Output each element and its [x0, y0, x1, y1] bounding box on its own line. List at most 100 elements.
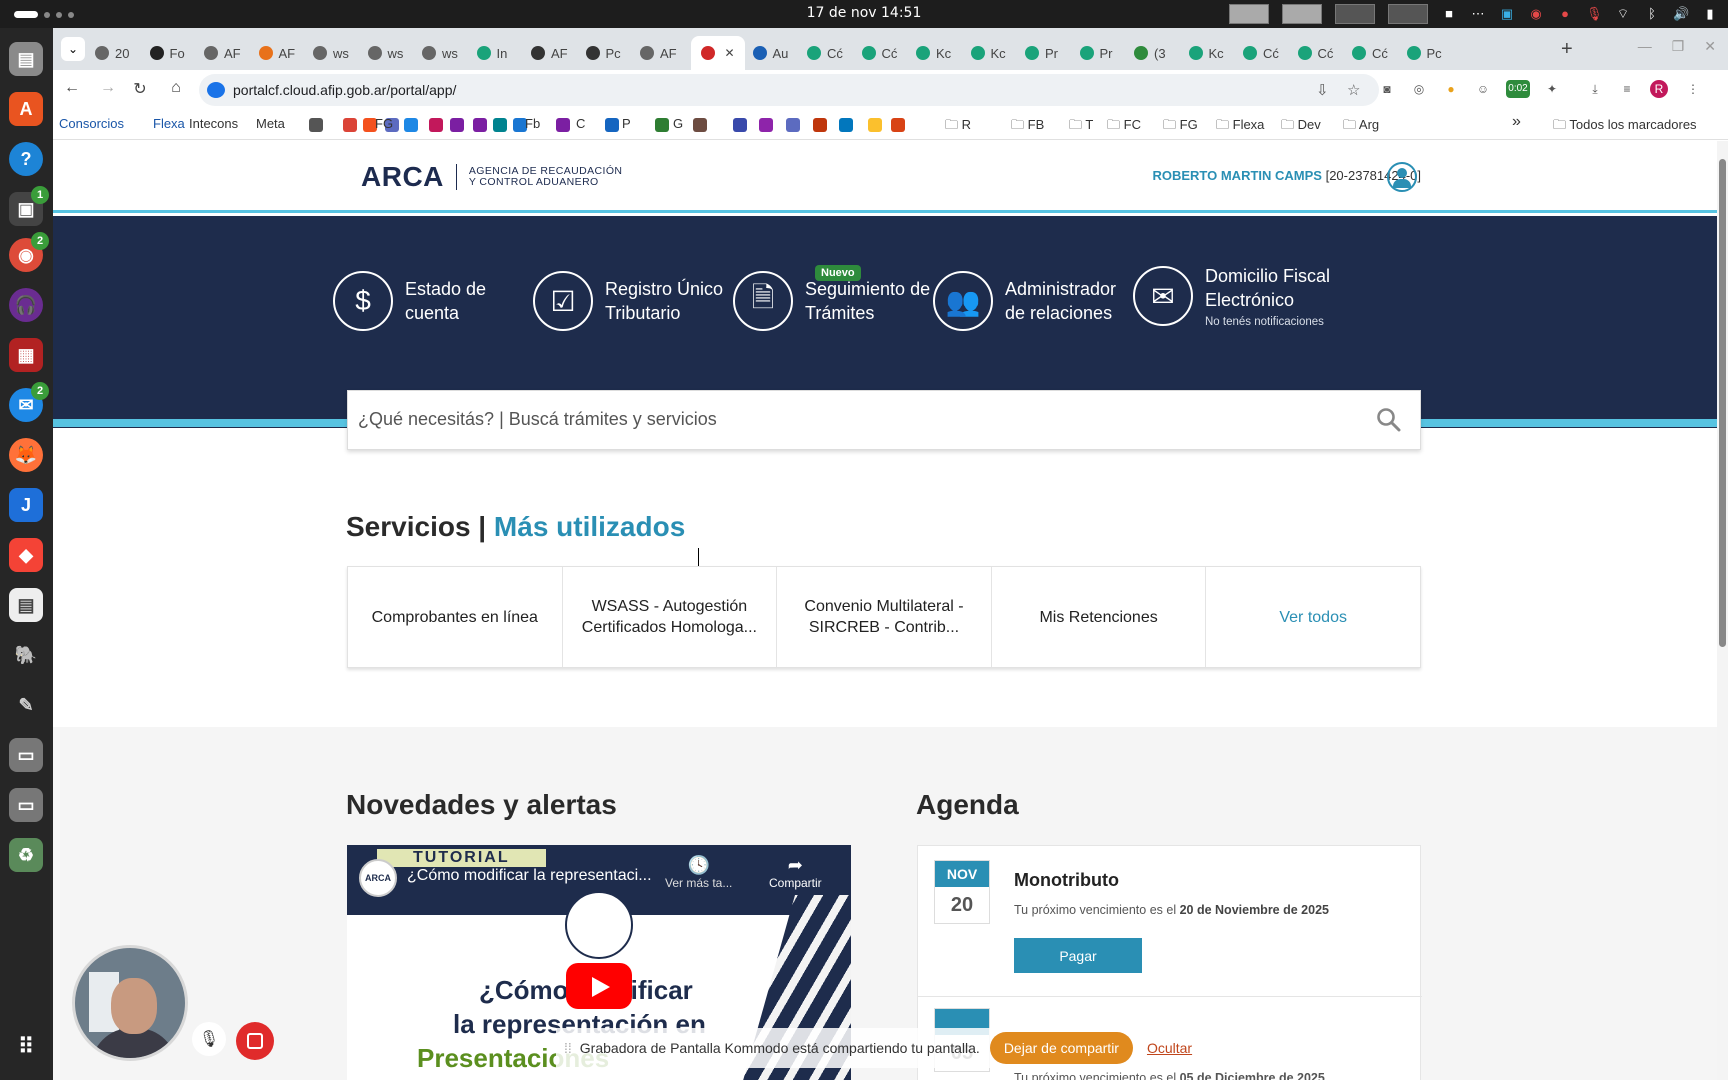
user-avatar-icon[interactable] [1387, 162, 1417, 192]
browser-tab[interactable]: Kc [916, 36, 951, 70]
browser-tab[interactable]: Cć [1352, 36, 1388, 70]
bookmark-item[interactable]: 🗀 R [945, 116, 971, 138]
bookmark-item[interactable]: C [576, 116, 585, 131]
bookmark-favicon-icon[interactable] [493, 118, 507, 132]
battery-icon[interactable]: ▮ [1702, 6, 1718, 22]
app-indicator-icon[interactable]: ■ [1441, 6, 1457, 22]
show-apps-icon[interactable]: ⠿ [9, 1030, 43, 1064]
help-icon[interactable]: ? [9, 142, 43, 176]
camera-extension-icon[interactable]: ◙ [1378, 80, 1396, 98]
bookmark-item[interactable]: 🗀 FC [1107, 116, 1141, 138]
all-bookmarks-folder[interactable]: 🗀 Todos los marcadores [1553, 116, 1697, 138]
browser-tab[interactable]: Kc [970, 36, 1006, 70]
workspace-thumbnail[interactable] [1229, 4, 1269, 24]
terminal-app-icon[interactable]: ▣ 1 [9, 186, 49, 226]
quick-link[interactable]: $ Estado de cuenta [333, 271, 486, 331]
profile-avatar[interactable]: R [1650, 80, 1668, 98]
bookmark-favicon-icon[interactable] [759, 118, 773, 132]
volume-icon[interactable]: 🔊 [1673, 6, 1689, 22]
chrome-menu-icon[interactable]: ⋮ [1684, 80, 1702, 98]
browser-tab[interactable]: ws [313, 36, 349, 70]
hide-link[interactable]: Ocultar [1147, 1040, 1192, 1056]
headphones-app-icon[interactable]: 🎧 [9, 288, 43, 322]
bookmark-favicon-icon[interactable] [733, 118, 747, 132]
bookmark-item[interactable]: 🗀 Flexa [1216, 116, 1264, 138]
files-app-icon[interactable]: ▤ [9, 42, 43, 76]
bookmark-favicon-icon[interactable] [473, 118, 487, 132]
extension-icon[interactable]: ● [1442, 80, 1460, 98]
recording-extension-icon[interactable]: 0:02 [1506, 80, 1530, 98]
browser-tab[interactable]: Pc [1406, 36, 1442, 70]
channel-avatar[interactable]: ARCA [359, 859, 397, 897]
user-identity[interactable]: ROBERTO MARTIN CAMPS [20-23781424-0] [1152, 168, 1421, 183]
reload-icon[interactable]: ↻ [129, 79, 151, 99]
more-icon[interactable]: ⋯ [1470, 6, 1486, 22]
arca-logo[interactable]: ARCA AGENCIA DE RECAUDACIÓN Y CONTROL AD… [361, 161, 622, 193]
browser-tab[interactable]: 20 [95, 36, 129, 70]
bookmark-item[interactable]: Consorcios [59, 116, 124, 131]
browser-tab[interactable]: Cć [807, 36, 843, 70]
service-card[interactable]: WSASS - Autogestión Certificados Homolog… [563, 567, 778, 667]
close-window-icon[interactable]: ✕ [1704, 38, 1716, 55]
inkscape-app-icon[interactable]: ✎ [9, 688, 43, 722]
workspace-thumbnail[interactable] [1282, 4, 1322, 24]
watch-later-button[interactable]: 🕓 Ver más ta... [665, 855, 732, 890]
workspace-thumbnail[interactable] [1388, 4, 1428, 24]
bookmark-favicon-icon[interactable] [786, 118, 800, 132]
browser-tab[interactable]: Pr [1079, 36, 1113, 70]
bookmark-item[interactable]: Fb [525, 116, 540, 131]
browser-tab[interactable]: Cć [1297, 36, 1333, 70]
service-card[interactable]: Comprobantes en línea [348, 567, 563, 667]
home-icon[interactable]: ⌂ [165, 79, 187, 97]
downloads-icon[interactable]: ⤓ [1586, 80, 1604, 98]
wifi-icon[interactable]: ⌔ [1615, 6, 1631, 22]
screenshot-icon[interactable]: ▣ [1499, 6, 1515, 22]
url-text[interactable]: portalcf.cloud.afip.gob.ar/portal/app/ [233, 82, 456, 98]
bookmark-favicon-icon[interactable] [693, 118, 707, 132]
browser-tab[interactable]: In [476, 36, 507, 70]
bookmark-favicon-icon[interactable] [556, 118, 570, 132]
drag-handle-icon[interactable]: ⁞⁞ [564, 1040, 572, 1056]
microphone-icon[interactable]: 🎙 [1586, 6, 1603, 22]
browser-tab[interactable]: Cć [861, 36, 897, 70]
bookmark-item[interactable]: Flexa [153, 116, 185, 131]
browser-tab[interactable]: Fo [149, 36, 185, 70]
document-viewer-icon[interactable]: ▤ [9, 588, 43, 622]
bluetooth-icon[interactable]: ᛒ [1644, 6, 1660, 22]
bookmark-favicon-icon[interactable] [450, 118, 464, 132]
bookmark-favicon-icon[interactable] [891, 118, 905, 132]
bookmark-favicon-icon[interactable] [813, 118, 827, 132]
browser-tab[interactable]: Cć [1243, 36, 1279, 70]
quick-link[interactable]: 👥 Administrador de relaciones [933, 271, 1116, 331]
browser-tab[interactable]: ws [367, 36, 403, 70]
search-icon[interactable] [1376, 407, 1402, 433]
record-indicator-icon[interactable]: ● [1557, 6, 1573, 22]
chrome-app-icon[interactable]: ◉ 2 [9, 232, 49, 272]
bookmark-item[interactable]: Intecons [189, 116, 238, 131]
pay-button[interactable]: Pagar [1014, 938, 1142, 973]
software-center-icon[interactable]: A [9, 92, 43, 126]
bookmark-favicon-icon[interactable] [429, 118, 443, 132]
bookmark-item[interactable]: 🗀 Dev [1281, 116, 1321, 138]
trash-icon[interactable]: ♻ [9, 838, 43, 872]
bookmark-favicon-icon[interactable] [868, 118, 882, 132]
webcam-bubble[interactable] [72, 945, 188, 1061]
bookmark-item[interactable]: 🗀 T [1069, 116, 1093, 138]
bookmark-item[interactable]: 🗀 FB [1011, 116, 1044, 138]
extension-icon[interactable]: ◎ [1410, 80, 1428, 98]
workspace-thumbnail[interactable] [1335, 4, 1375, 24]
quick-link[interactable]: ✉ Domicilio Fiscal Electrónico No tenés not… [1133, 264, 1330, 328]
bookmark-favicon-icon[interactable] [839, 118, 853, 132]
drive-icon[interactable]: ▭ [9, 788, 43, 822]
browser-tab[interactable]: Au [752, 36, 788, 70]
browser-tab[interactable]: Kc [1188, 36, 1224, 70]
browser-tab[interactable]: AF [531, 36, 568, 70]
maximize-icon[interactable]: ❐ [1672, 38, 1685, 55]
address-bar[interactable]: portalcf.cloud.afip.gob.ar/portal/app/ ⇩… [199, 74, 1379, 106]
stop-recording-button[interactable] [236, 1022, 274, 1060]
bookmark-favicon-icon[interactable] [343, 118, 357, 132]
tab-search-button[interactable]: ⌄ [61, 37, 85, 61]
bookmark-star-icon[interactable]: ☆ [1347, 81, 1360, 99]
bookmark-favicon-icon[interactable] [605, 118, 619, 132]
search-input[interactable]: ¿Qué necesitás? | Buscá trámites y servi… [358, 409, 717, 430]
